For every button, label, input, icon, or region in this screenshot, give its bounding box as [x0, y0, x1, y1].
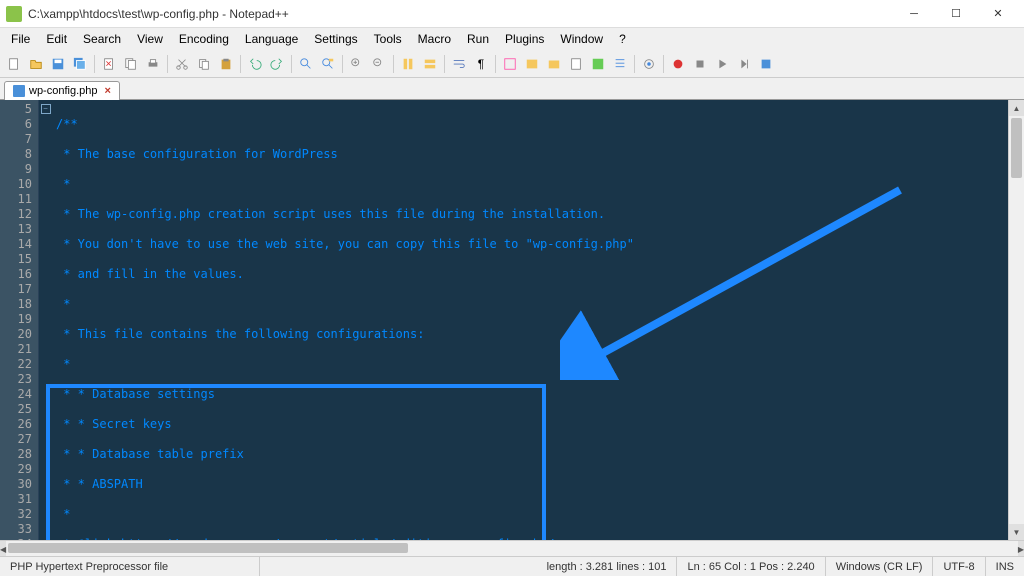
status-encoding: UTF-8 — [933, 557, 985, 576]
line-number-gutter: 5678910111213141516171819202122232425262… — [0, 100, 38, 540]
menu-settings[interactable]: Settings — [307, 30, 364, 48]
doclist-icon[interactable] — [588, 54, 608, 74]
status-filetype: PHP Hypertext Preprocessor file — [0, 557, 260, 576]
cut-icon[interactable] — [172, 54, 192, 74]
app-icon — [6, 6, 22, 22]
horizontal-scrollbar[interactable]: ◀ ▶ — [0, 540, 1024, 556]
window-title: C:\xampp\htdocs\test\wp-config.php - Not… — [28, 7, 894, 21]
status-mode: INS — [986, 557, 1024, 576]
monitor-icon[interactable] — [639, 54, 659, 74]
code-area[interactable]: /** * The base configuration for WordPre… — [52, 100, 1008, 540]
maximize-button[interactable]: ☐ — [936, 2, 976, 26]
copy-icon[interactable] — [194, 54, 214, 74]
scroll-right-icon[interactable]: ▶ — [1018, 541, 1024, 557]
stop-icon[interactable] — [690, 54, 710, 74]
menubar: FileEditSearchViewEncodingLanguageSettin… — [0, 28, 1024, 50]
toolbar: ¶ — [0, 50, 1024, 78]
wordwrap-icon[interactable] — [449, 54, 469, 74]
fold-toggle-icon[interactable]: − — [41, 104, 51, 114]
menu-macro[interactable]: Macro — [411, 30, 458, 48]
save-all-icon[interactable] — [70, 54, 90, 74]
menu-file[interactable]: File — [4, 30, 37, 48]
indent-guide-icon[interactable] — [500, 54, 520, 74]
find-icon[interactable] — [296, 54, 316, 74]
playloop-icon[interactable] — [734, 54, 754, 74]
scroll-thumb[interactable] — [1011, 118, 1022, 178]
tab-label: wp-config.php — [29, 85, 98, 97]
status-length: length : 3.281 lines : 101 — [537, 557, 678, 576]
menu-encoding[interactable]: Encoding — [172, 30, 236, 48]
scroll-thumb-h[interactable] — [8, 543, 408, 553]
php-file-icon — [13, 85, 25, 97]
menu-edit[interactable]: Edit — [39, 30, 74, 48]
status-eol: Windows (CR LF) — [826, 557, 934, 576]
window-controls: ─ ☐ ✕ — [894, 2, 1018, 26]
close-all-icon[interactable] — [121, 54, 141, 74]
folder-view-icon[interactable] — [544, 54, 564, 74]
menu-run[interactable]: Run — [460, 30, 496, 48]
fold-column: − — [38, 100, 52, 540]
zoom-out-icon[interactable] — [369, 54, 389, 74]
titlebar: C:\xampp\htdocs\test\wp-config.php - Not… — [0, 0, 1024, 28]
sync-v-icon[interactable] — [398, 54, 418, 74]
menu-plugins[interactable]: Plugins — [498, 30, 551, 48]
print-icon[interactable] — [143, 54, 163, 74]
tab-wp-config[interactable]: wp-config.php × — [4, 81, 120, 100]
close-file-icon[interactable] — [99, 54, 119, 74]
menu-language[interactable]: Language — [238, 30, 305, 48]
open-file-icon[interactable] — [26, 54, 46, 74]
docmap-icon[interactable] — [566, 54, 586, 74]
tabbar: wp-config.php × — [0, 78, 1024, 100]
menu-search[interactable]: Search — [76, 30, 128, 48]
lang-icon[interactable] — [522, 54, 542, 74]
undo-icon[interactable] — [245, 54, 265, 74]
save-macro-icon[interactable] — [756, 54, 776, 74]
status-position: Ln : 65 Col : 1 Pos : 2.240 — [677, 557, 825, 576]
record-icon[interactable] — [668, 54, 688, 74]
menu-view[interactable]: View — [130, 30, 170, 48]
menu-?[interactable]: ? — [612, 30, 633, 48]
save-icon[interactable] — [48, 54, 68, 74]
play-icon[interactable] — [712, 54, 732, 74]
replace-icon[interactable] — [318, 54, 338, 74]
sync-h-icon[interactable] — [420, 54, 440, 74]
show-all-chars-icon[interactable]: ¶ — [471, 54, 491, 74]
editor[interactable]: 5678910111213141516171819202122232425262… — [0, 100, 1024, 540]
scroll-down-icon[interactable]: ▼ — [1009, 524, 1024, 540]
new-file-icon[interactable] — [4, 54, 24, 74]
minimize-button[interactable]: ─ — [894, 2, 934, 26]
statusbar: PHP Hypertext Preprocessor file length :… — [0, 556, 1024, 576]
redo-icon[interactable] — [267, 54, 287, 74]
menu-tools[interactable]: Tools — [367, 30, 409, 48]
close-button[interactable]: ✕ — [978, 2, 1018, 26]
zoom-in-icon[interactable] — [347, 54, 367, 74]
vertical-scrollbar[interactable]: ▲ ▼ — [1008, 100, 1024, 540]
paste-icon[interactable] — [216, 54, 236, 74]
tab-close-icon[interactable]: × — [105, 85, 111, 97]
funclist-icon[interactable] — [610, 54, 630, 74]
menu-window[interactable]: Window — [553, 30, 610, 48]
scroll-up-icon[interactable]: ▲ — [1009, 100, 1024, 116]
